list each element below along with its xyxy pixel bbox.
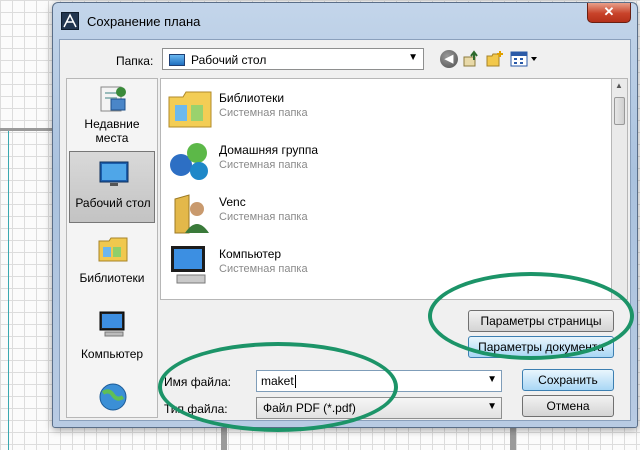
list-item[interactable]: Библиотеки Системная папка <box>167 83 587 135</box>
chevron-down-icon: ▼ <box>408 52 418 63</box>
up-folder-icon[interactable] <box>462 50 480 68</box>
computer-icon <box>97 309 129 341</box>
title-bar[interactable]: Сохранение плана ✕ <box>53 3 637 39</box>
file-type: Системная папка <box>219 107 308 119</box>
place-label: Компьютер <box>80 347 144 361</box>
network-icon <box>167 295 213 299</box>
file-type: Системная папка <box>219 159 308 171</box>
annotation-ellipse <box>158 342 398 432</box>
folder-dropdown[interactable]: Рабочий стол ▼ <box>162 48 424 70</box>
place-computer[interactable]: Компьютер <box>69 305 155 371</box>
place-network[interactable] <box>69 379 155 415</box>
file-list-scrollbar[interactable]: ▲ <box>612 78 628 300</box>
list-item[interactable]: Venc Системная папка <box>167 187 587 239</box>
window-title: Сохранение плана <box>87 14 201 29</box>
cancel-button[interactable]: Отмена <box>522 395 614 417</box>
desktop-icon <box>98 158 130 190</box>
place-recent[interactable]: Недавние места <box>69 81 155 147</box>
canvas-wall <box>221 428 227 450</box>
scroll-thumb[interactable] <box>614 97 625 125</box>
chevron-down-icon: ▼ <box>487 401 497 412</box>
scroll-up-icon[interactable]: ▲ <box>615 81 623 90</box>
app-icon <box>61 12 79 30</box>
user-folder-icon <box>167 191 213 235</box>
annotation-ellipse <box>428 272 634 360</box>
file-type: Системная папка <box>219 263 308 275</box>
libraries-icon <box>167 87 213 131</box>
view-menu-icon[interactable] <box>510 50 540 68</box>
folder-value: Рабочий стол <box>191 53 267 67</box>
canvas-guide-line <box>8 131 9 450</box>
recent-places-icon <box>97 83 129 115</box>
place-label: Недавние <box>84 117 140 131</box>
computer-icon <box>167 243 213 287</box>
homegroup-icon <box>167 139 213 183</box>
canvas-wall <box>510 428 516 450</box>
close-button[interactable]: ✕ <box>587 3 631 23</box>
file-name: Venc <box>219 195 246 209</box>
network-icon <box>97 381 129 413</box>
desktop-icon <box>169 54 185 66</box>
place-libraries[interactable]: Библиотеки <box>69 229 155 295</box>
file-name: Компьютер <box>219 247 282 261</box>
places-bar: Недавние места Рабочий стол Библиотеки К… <box>66 78 158 418</box>
file-name: Библиотеки <box>219 91 285 105</box>
place-label: места <box>95 131 129 145</box>
back-icon[interactable]: ◀ <box>440 50 458 68</box>
place-label: Библиотеки <box>79 271 145 285</box>
chevron-down-icon[interactable]: ▼ <box>487 374 497 385</box>
place-label: Рабочий стол <box>75 196 151 210</box>
file-list[interactable]: Библиотеки Системная папка Домашняя груп… <box>160 78 612 300</box>
place-desktop[interactable]: Рабочий стол <box>69 151 155 223</box>
file-name: Домашняя группа <box>219 143 319 157</box>
new-folder-icon[interactable] <box>486 50 504 68</box>
folder-label: Папка: <box>116 54 154 68</box>
file-type: Системная папка <box>219 211 308 223</box>
save-button[interactable]: Сохранить <box>522 369 614 391</box>
libraries-icon <box>97 233 129 265</box>
list-item[interactable]: Домашняя группа Системная папка <box>167 135 587 187</box>
